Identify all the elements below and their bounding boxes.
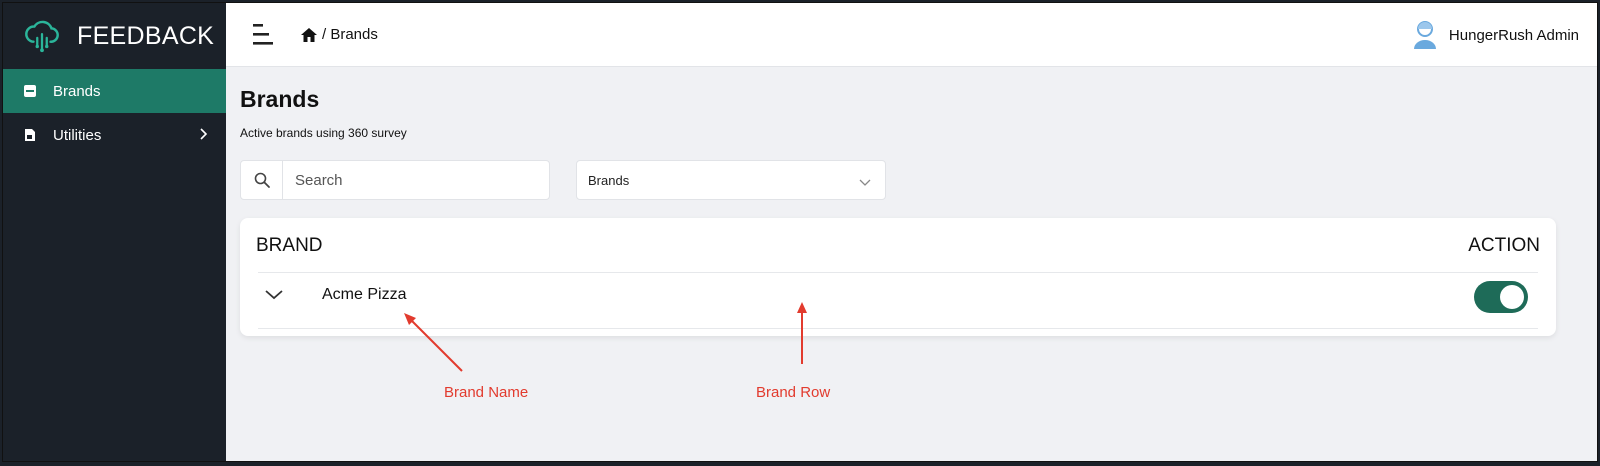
- chevron-right-icon: [198, 127, 208, 145]
- sidebar-item-utilities[interactable]: Utilities: [3, 113, 226, 157]
- home-icon[interactable]: [300, 27, 318, 43]
- app-frame: FEEDBACK Brands Utilities / Brands Hunge…: [2, 2, 1598, 462]
- main-content: Brands Active brands using 360 survey Br…: [226, 68, 1597, 461]
- menu-toggle-icon[interactable]: [250, 22, 276, 48]
- store-icon: [23, 84, 37, 98]
- app-name: FEEDBACK: [77, 21, 215, 50]
- sidebar: FEEDBACK Brands Utilities: [3, 3, 226, 461]
- top-header: / Brands HungerRush Admin: [226, 3, 1597, 67]
- user-avatar-icon: [1411, 19, 1439, 51]
- breadcrumb: / Brands: [300, 26, 378, 43]
- sidebar-item-label: Utilities: [53, 126, 102, 144]
- user-name: HungerRush Admin: [1448, 26, 1579, 44]
- cloud-network-icon: [25, 20, 59, 53]
- breadcrumb-current: / Brands: [322, 26, 378, 43]
- annotation-brand-name: Brand Name: [444, 384, 529, 401]
- sidebar-item-label: Brands: [53, 82, 101, 100]
- document-icon: [23, 128, 37, 142]
- annotation-arrow-brand-name: [404, 313, 463, 372]
- user-menu[interactable]: HungerRush Admin: [1411, 19, 1579, 51]
- annotation-arrows: [404, 302, 807, 372]
- app-logo[interactable]: FEEDBACK: [3, 3, 226, 69]
- sidebar-item-brands[interactable]: Brands: [3, 69, 226, 113]
- annotation-brand-row: Brand Row: [756, 384, 831, 401]
- annotation-arrow-brand-row: [797, 302, 807, 364]
